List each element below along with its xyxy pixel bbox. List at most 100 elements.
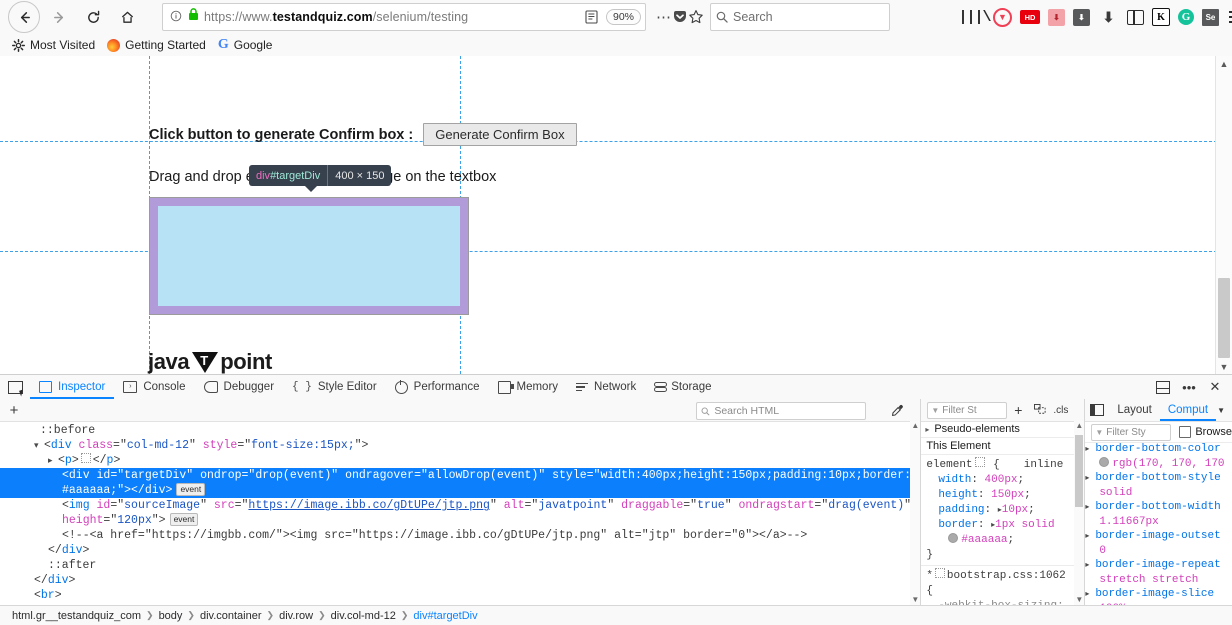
rule-selector[interactable]: element <box>926 459 972 471</box>
computed-property[interactable]: ▸border-bottom-color rgb(170, 170, 170 <box>1085 442 1232 471</box>
tab-performance[interactable]: Performance <box>386 375 489 399</box>
scrollbar-thumb[interactable] <box>1075 435 1083 507</box>
library-icon[interactable]: |||\ <box>964 7 985 28</box>
expand-twisty-icon[interactable]: ▸ <box>1085 530 1095 544</box>
tab-console[interactable]: › Console <box>114 375 194 399</box>
dock-layout-icon[interactable] <box>1150 375 1176 399</box>
search-html-input[interactable]: Search HTML <box>696 402 866 420</box>
pseudo-elements-section[interactable]: ▸ Pseudo-elements <box>921 421 1084 438</box>
markup-row[interactable]: ::before <box>0 423 920 438</box>
css-rule-inline[interactable]: element {inline width: 400px; height: 15… <box>921 455 1084 566</box>
breadcrumb-item[interactable]: div.row <box>275 610 317 622</box>
split-view-icon[interactable] <box>1127 10 1144 25</box>
markup-row[interactable]: <br> <box>0 588 920 603</box>
tab-layout[interactable]: Layout <box>1109 399 1160 421</box>
pocket-save-icon[interactable] <box>672 9 688 25</box>
hd-video-downloader-icon[interactable]: HD <box>1020 10 1040 24</box>
scroll-down-arrow[interactable]: ▼ <box>1216 359 1232 374</box>
eyedropper-icon[interactable] <box>888 402 906 418</box>
scrollbar-thumb[interactable] <box>1218 278 1230 358</box>
scroll-down-arrow[interactable]: ▼ <box>1074 595 1084 604</box>
expand-twisty-icon[interactable]: ▸ <box>925 422 929 437</box>
rules-list[interactable]: ▸ Pseudo-elements This Element element {… <box>921 421 1084 606</box>
tab-style-editor[interactable]: { } Style Editor <box>283 375 386 399</box>
grammarly-icon[interactable]: G <box>1178 9 1194 25</box>
page-info-icon[interactable] <box>167 10 185 25</box>
bookmark-google[interactable]: G Google <box>218 38 273 52</box>
bookmark-getting-started[interactable]: Getting Started <box>107 38 206 52</box>
event-badge[interactable]: event <box>176 483 205 496</box>
filter-computed-input[interactable]: ▼ Filter Sty <box>1091 424 1171 441</box>
search-bar[interactable]: Search <box>710 3 890 31</box>
element-picker-icon[interactable] <box>0 381 30 394</box>
computed-property[interactable]: ▸border-image-slice 100% <box>1085 587 1232 606</box>
markup-scrollbar[interactable]: ▲ ▼ <box>910 421 920 606</box>
computed-properties-list[interactable]: ▸border-bottom-color rgb(170, 170, 170 ▸… <box>1085 441 1232 606</box>
selenium-ide-icon[interactable]: Se <box>1202 9 1219 26</box>
markup-row[interactable]: <img id="sourceImage" src="https://image… <box>0 498 920 513</box>
attr-value-link[interactable]: https://image.ibb.co/gDtUPe/jtp.png <box>248 499 490 512</box>
computed-property[interactable]: ▸border-bottom-width 1.11667px <box>1085 500 1232 529</box>
css-property[interactable]: border <box>926 519 978 531</box>
expand-twisty-icon[interactable]: ▸ <box>1085 559 1095 573</box>
css-value[interactable]: 10px <box>1002 504 1028 516</box>
breadcrumb-item-active[interactable]: div#targetDiv <box>409 610 481 622</box>
scroll-up-arrow[interactable]: ▲ <box>1216 56 1232 71</box>
computed-property[interactable]: ▸border-bottom-style solid <box>1085 471 1232 500</box>
scroll-down-arrow[interactable]: ▼ <box>910 595 920 604</box>
breadcrumb-item[interactable]: body <box>155 610 187 622</box>
tab-storage[interactable]: Storage <box>645 375 720 399</box>
page-actions-icon[interactable]: ⋯ <box>656 8 672 26</box>
tab-inspector[interactable]: Inspector <box>30 375 114 399</box>
back-button[interactable] <box>8 1 40 33</box>
markup-row[interactable]: <!--<a href="https://imgbb.com/"><img sr… <box>0 528 920 543</box>
download-helper-icon[interactable]: ⬇ <box>1048 9 1065 26</box>
reload-button[interactable] <box>78 2 108 32</box>
rule-selector[interactable]: * <box>926 570 933 582</box>
css-property[interactable]: height <box>926 489 978 501</box>
more-options-icon[interactable]: ••• <box>1176 375 1202 399</box>
expand-twisty-icon[interactable]: ▾ <box>34 439 44 454</box>
page-viewport[interactable]: Click button to generate Confirm box : G… <box>0 56 1232 374</box>
add-rule-icon[interactable]: + <box>1007 402 1029 418</box>
collapse-twisty-icon[interactable]: ▸ <box>48 454 58 469</box>
computed-property[interactable]: ▸border-image-repeat stretch stretch <box>1085 558 1232 587</box>
markup-row[interactable]: </div> <box>0 573 920 588</box>
pocket-icon[interactable]: ▼ <box>993 8 1012 27</box>
reader-view-icon[interactable] <box>582 10 602 24</box>
rule-source[interactable]: inline <box>1000 459 1064 471</box>
markup-row[interactable]: </div> <box>0 543 920 558</box>
markup-row[interactable]: height="120px">event <box>0 513 920 528</box>
css-value[interactable]: 150px <box>991 489 1024 501</box>
expand-twisty-icon[interactable]: ▸ <box>1085 501 1095 515</box>
downloads-icon[interactable]: ⬇ <box>1098 7 1119 28</box>
event-badge[interactable]: event <box>170 513 199 526</box>
target-div-highlight[interactable] <box>149 197 469 315</box>
tab-network[interactable]: Network <box>567 375 645 399</box>
browser-styles-checkbox[interactable] <box>1179 426 1191 438</box>
css-property[interactable]: padding <box>926 504 984 516</box>
computed-property[interactable]: ▸border-image-outset 0 <box>1085 529 1232 558</box>
chevron-down-icon[interactable]: ▼ <box>1217 406 1225 415</box>
css-color-value[interactable]: #aaaaaa <box>961 534 1007 546</box>
bookmark-star-icon[interactable] <box>688 9 704 25</box>
bookmark-most-visited[interactable]: Most Visited <box>12 38 95 52</box>
pseudo-class-icon[interactable] <box>1029 404 1051 416</box>
zoom-level-indicator[interactable]: 90% <box>606 9 641 25</box>
generate-confirm-box-button[interactable]: Generate Confirm Box <box>423 123 576 146</box>
breadcrumb-item[interactable]: div.col-md-12 <box>327 610 400 622</box>
css-value[interactable]: 1px solid <box>995 519 1054 531</box>
scroll-up-arrow[interactable]: ▲ <box>910 421 920 430</box>
expand-panel-icon[interactable] <box>1085 404 1109 416</box>
breadcrumb-item[interactable]: html.gr__testandquiz_com <box>8 610 145 622</box>
close-icon[interactable]: ✕ <box>1202 375 1228 399</box>
markup-row[interactable]: ▾<div class="col-md-12" style="font-size… <box>0 438 920 453</box>
rules-scrollbar[interactable]: ▲ ▼ <box>1074 421 1084 606</box>
tab-memory[interactable]: Memory <box>489 375 568 399</box>
tab-computed[interactable]: Comput <box>1160 399 1216 421</box>
markup-row-selected[interactable]: <div id="targetDiv" ondrop="drop(event)"… <box>0 468 920 498</box>
downloader-icon[interactable]: ⬇ <box>1073 9 1090 26</box>
cls-toggle[interactable]: .cls <box>1053 405 1068 416</box>
address-bar[interactable]: https://www.testandquiz.com/selenium/tes… <box>162 3 646 31</box>
home-button[interactable] <box>112 2 142 32</box>
